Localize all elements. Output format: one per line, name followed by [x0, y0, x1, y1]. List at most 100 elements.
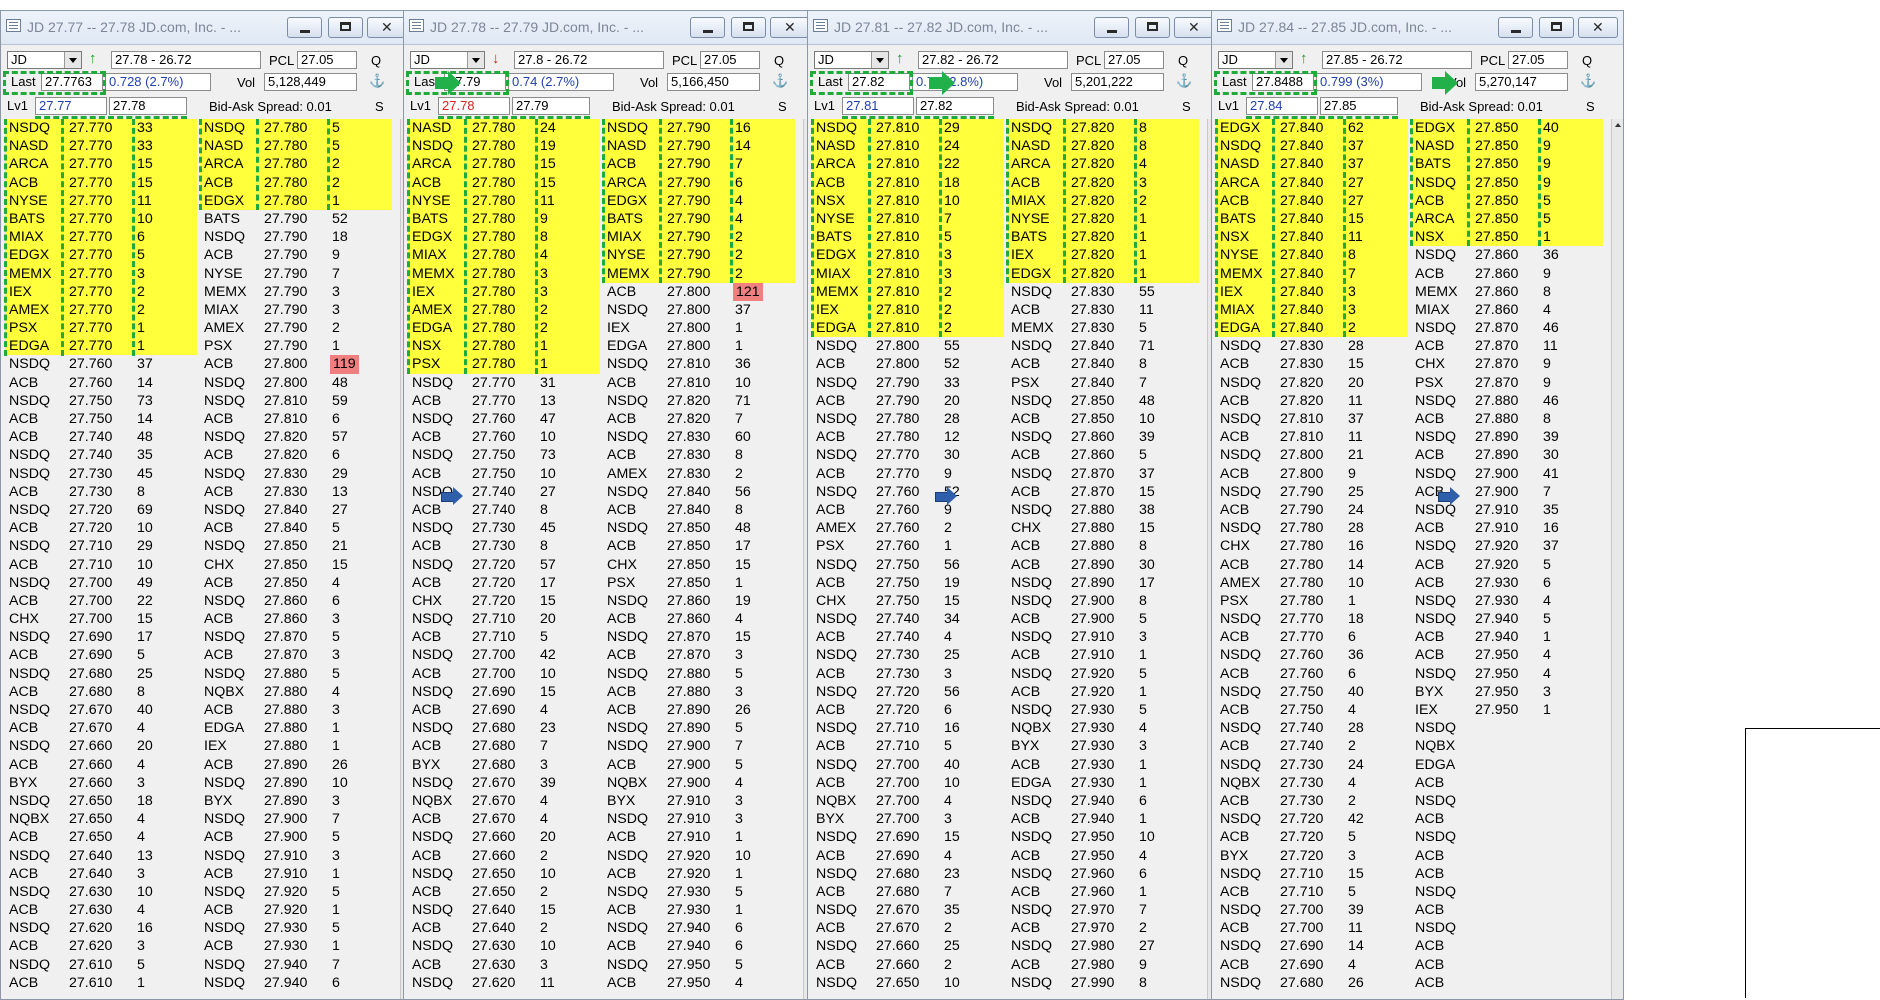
minimize-button[interactable] — [690, 17, 725, 38]
book-row[interactable]: NSDQ 27.830 29 — [200, 465, 392, 483]
book-row[interactable]: BYX 27.890 3 — [200, 792, 392, 810]
book-row[interactable]: NSDQ 27.800 48 — [200, 374, 392, 392]
book-row[interactable]: ACB 27.720 6 — [812, 701, 1004, 719]
book-row[interactable]: NSDQ 27.710 29 — [5, 537, 197, 555]
book-row[interactable]: NSDQ 27.890 39 — [1411, 428, 1603, 446]
book-row[interactable]: NYSE 27.790 7 — [200, 265, 392, 283]
book-row[interactable]: ACB 27.630 4 — [5, 901, 197, 919]
book-row[interactable]: NSDQ 27.950 4 — [1411, 665, 1603, 683]
book-row[interactable]: NSDQ 27.740 34 — [812, 610, 1004, 628]
book-row[interactable]: BYX 27.930 3 — [1007, 737, 1199, 755]
book-row[interactable]: EDGA 27.800 1 — [603, 337, 795, 355]
book-row[interactable]: NSDQ 27.860 6 — [200, 592, 392, 610]
book-row[interactable]: NSDQ 27.750 73 — [5, 392, 197, 410]
close-button[interactable] — [367, 17, 407, 38]
book-row[interactable]: ACB 27.950 4 — [603, 974, 795, 992]
symbol-dropdown[interactable]: JD — [1218, 51, 1293, 69]
book-row[interactable]: EDGA 27.930 1 — [1007, 774, 1199, 792]
book-row[interactable]: IEX 27.880 1 — [200, 737, 392, 755]
book-row[interactable]: NSDQ 27.830 60 — [603, 428, 795, 446]
book-row[interactable]: ACB 27.690 4 — [408, 701, 600, 719]
book-row[interactable]: ACB 27.900 5 — [603, 756, 795, 774]
chevron-down-icon[interactable] — [1275, 52, 1292, 68]
book-row[interactable]: ACB — [1411, 810, 1603, 828]
book-row[interactable]: NSDQ 27.870 46 — [1411, 319, 1603, 337]
book-row[interactable]: ACB 27.800 9 — [1216, 465, 1408, 483]
book-row[interactable]: ACB 27.780 14 — [1216, 556, 1408, 574]
book-row[interactable]: ACB 27.980 9 — [1007, 956, 1199, 974]
book-row[interactable]: NSDQ 27.730 24 — [1216, 756, 1408, 774]
book-row[interactable]: ACB 27.620 3 — [5, 937, 197, 955]
book-row[interactable]: BYX 27.950 3 — [1411, 683, 1603, 701]
book-row[interactable]: NSDQ 27.690 14 — [1216, 937, 1408, 955]
book-row[interactable]: NSDQ 27.910 3 — [603, 810, 795, 828]
book-row[interactable]: NSDQ 27.790 33 — [812, 374, 1004, 392]
book-row[interactable]: NSDQ 27.790 18 — [200, 228, 392, 246]
book-row[interactable]: NSDQ — [1411, 883, 1603, 901]
book-row[interactable]: ACB 27.910 1 — [200, 865, 392, 883]
book-row[interactable]: NSDQ 27.660 20 — [408, 828, 600, 846]
s-label[interactable]: S — [1586, 99, 1595, 114]
book-row[interactable]: EDGA — [1411, 756, 1603, 774]
book-row[interactable]: NSDQ 27.900 7 — [200, 810, 392, 828]
s-label[interactable]: S — [778, 99, 787, 114]
book-row[interactable]: NSDQ 27.760 47 — [408, 410, 600, 428]
book-row[interactable]: ACB 27.920 1 — [1007, 683, 1199, 701]
book-row[interactable]: NSDQ 27.930 5 — [603, 883, 795, 901]
book-row[interactable]: ACB 27.810 6 — [200, 410, 392, 428]
book-row[interactable]: ACB 27.700 11 — [1216, 919, 1408, 937]
book-row[interactable]: ACB 27.730 2 — [1216, 792, 1408, 810]
book-row[interactable]: IEX 27.800 1 — [603, 319, 795, 337]
book-row[interactable]: MIAX 27.790 3 — [200, 301, 392, 319]
title-bar[interactable]: JD 27.77 -- 27.78 JD.com, Inc. - ... — [1, 11, 412, 45]
book-row[interactable]: NSDQ 27.940 6 — [200, 974, 392, 992]
book-row[interactable]: ACB 27.720 17 — [408, 574, 600, 592]
book-row[interactable]: CHX 27.850 15 — [200, 556, 392, 574]
book-row[interactable]: NSDQ 27.750 40 — [1216, 683, 1408, 701]
book-row[interactable]: NSDQ 27.810 36 — [603, 355, 795, 373]
book-row[interactable]: PSX 27.780 1 — [1216, 592, 1408, 610]
book-row[interactable]: AMEX 27.830 2 — [603, 465, 795, 483]
book-row[interactable]: ACB 27.660 4 — [5, 756, 197, 774]
book-row[interactable]: NSDQ — [1411, 719, 1603, 737]
book-row[interactable]: ACB 27.870 15 — [1007, 483, 1199, 501]
book-row[interactable]: NSDQ 27.840 71 — [1007, 337, 1199, 355]
s-label[interactable]: S — [1182, 99, 1191, 114]
book-row[interactable]: NSDQ 27.640 13 — [5, 847, 197, 865]
book-row[interactable]: MIAX 27.860 4 — [1411, 301, 1603, 319]
book-row[interactable]: ACB 27.750 14 — [5, 410, 197, 428]
book-row[interactable]: NSDQ 27.890 17 — [1007, 574, 1199, 592]
book-row[interactable]: NSDQ 27.690 15 — [408, 683, 600, 701]
anchor-icon[interactable]: ⚓ — [772, 73, 788, 89]
book-row[interactable]: NSDQ 27.650 10 — [812, 974, 1004, 992]
book-row[interactable]: ACB 27.670 2 — [812, 919, 1004, 937]
close-button[interactable] — [770, 17, 810, 38]
book-row[interactable]: BYX 27.720 3 — [1216, 847, 1408, 865]
book-row[interactable]: ACB 27.900 5 — [200, 828, 392, 846]
book-row[interactable]: ACB 27.890 26 — [200, 756, 392, 774]
minimize-button[interactable] — [1498, 17, 1533, 38]
book-row[interactable]: ACB 27.740 8 — [408, 501, 600, 519]
book-row[interactable]: ACB 27.970 2 — [1007, 919, 1199, 937]
book-row[interactable]: ACB 27.950 4 — [1411, 646, 1603, 664]
book-row[interactable]: CHX 27.720 15 — [408, 592, 600, 610]
book-row[interactable]: ACB 27.830 13 — [200, 483, 392, 501]
book-row[interactable]: PSX 27.840 7 — [1007, 374, 1199, 392]
book-row[interactable]: ACB 27.650 2 — [408, 883, 600, 901]
book-row[interactable]: NQBX 27.700 4 — [812, 792, 1004, 810]
book-row[interactable]: BATS 27.790 52 — [200, 210, 392, 228]
book-row[interactable]: NSDQ 27.700 40 — [812, 756, 1004, 774]
book-row[interactable]: ACB 27.820 6 — [200, 446, 392, 464]
book-row[interactable]: CHX 27.780 16 — [1216, 537, 1408, 555]
book-row[interactable]: NSDQ 27.880 46 — [1411, 392, 1603, 410]
book-row[interactable]: NSDQ 27.870 37 — [1007, 465, 1199, 483]
book-row[interactable]: ACB 27.710 5 — [812, 737, 1004, 755]
book-row[interactable]: ACB — [1411, 974, 1603, 992]
anchor-icon[interactable]: ⚓ — [1176, 73, 1192, 89]
book-row[interactable]: NSDQ — [1411, 919, 1603, 937]
book-row[interactable]: NSDQ 27.680 23 — [408, 719, 600, 737]
book-row[interactable]: NSDQ 27.730 45 — [408, 519, 600, 537]
book-row[interactable]: ACB 27.860 4 — [603, 610, 795, 628]
book-row[interactable]: ACB 27.660 2 — [812, 956, 1004, 974]
book-row[interactable]: ACB 27.610 1 — [5, 974, 197, 992]
